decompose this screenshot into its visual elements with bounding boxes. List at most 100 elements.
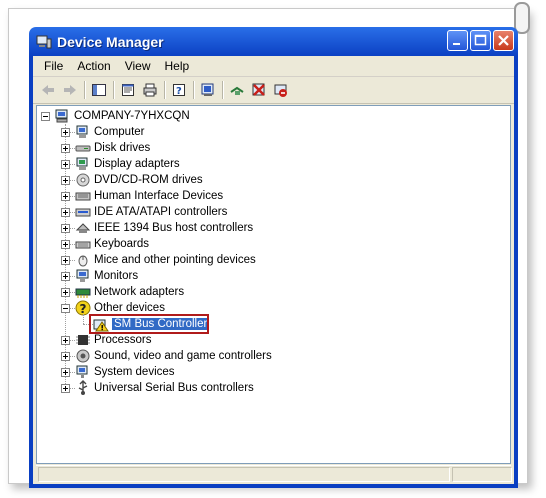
- toolbar-separator: [193, 81, 194, 99]
- dvd-drive-icon: [76, 173, 90, 187]
- show-hide-tree-button[interactable]: [88, 80, 110, 100]
- tree-category-item[interactable]: Disk drives: [75, 140, 150, 156]
- toolbar-separator: [84, 81, 85, 99]
- maximize-button[interactable]: [470, 30, 491, 51]
- tree-category-label: DVD/CD-ROM drives: [94, 174, 203, 186]
- show-hide-console-tree-icon: [92, 84, 106, 96]
- update-driver-button[interactable]: [226, 80, 248, 100]
- menu-help[interactable]: Help: [158, 59, 197, 73]
- usb-icon: [78, 380, 88, 395]
- tree-connector: [83, 314, 85, 324]
- tree-category-label: Mice and other pointing devices: [94, 254, 256, 266]
- ide-controller-icon: [75, 208, 91, 217]
- tree-category-label: Monitors: [94, 270, 139, 282]
- menu-action[interactable]: Action: [70, 59, 117, 73]
- category-expand-toggle[interactable]: [61, 192, 70, 201]
- minimize-button[interactable]: [447, 30, 468, 51]
- forward-button[interactable]: [59, 80, 81, 100]
- toolbar-separator: [113, 81, 114, 99]
- forward-arrow-icon: [64, 85, 76, 95]
- status-bar: [36, 465, 512, 482]
- category-expand-toggle[interactable]: [61, 160, 70, 169]
- menu-file[interactable]: File: [37, 59, 70, 73]
- mouse-icon: [78, 255, 88, 267]
- display-adapter-icon: [76, 157, 88, 170]
- back-button[interactable]: [37, 80, 59, 100]
- highlight-annotation-box: [89, 314, 209, 334]
- tree-category-label: Network adapters: [94, 286, 185, 298]
- tree-category-label: IDE ATA/ATAPI controllers: [94, 206, 228, 218]
- firewire-icon: [75, 223, 91, 233]
- update-driver-icon: [230, 86, 244, 95]
- system-devices-icon: [76, 365, 88, 378]
- uninstall-icon: [252, 83, 265, 96]
- tree-category-item[interactable]: DVD/CD-ROM drives: [75, 172, 203, 188]
- tree-root-label: COMPANY-7YHXCQN: [74, 110, 190, 122]
- help-button[interactable]: ?: [168, 80, 190, 100]
- category-expand-toggle[interactable]: [61, 304, 70, 313]
- tree-category-label: Universal Serial Bus controllers: [94, 382, 254, 394]
- tree-category-item[interactable]: IDE ATA/ATAPI controllers: [75, 204, 227, 220]
- tree-category-item[interactable]: System devices: [75, 364, 175, 380]
- back-arrow-icon: [42, 85, 54, 95]
- tree-category-item[interactable]: Monitors: [75, 268, 138, 284]
- tree-category-item[interactable]: Sound, video and game controllers: [75, 348, 272, 364]
- category-expand-toggle[interactable]: [61, 144, 70, 153]
- tree-root-item[interactable]: COMPANY-7YHXCQN: [55, 108, 190, 124]
- category-expand-toggle[interactable]: [61, 176, 70, 185]
- device-tree-pane[interactable]: COMPANY-7YHXCQN Computer Disk drives Displa…: [36, 105, 511, 464]
- scan-hardware-icon: [201, 83, 214, 96]
- scan-hardware-button[interactable]: [197, 80, 219, 100]
- minimize-icon: [453, 43, 460, 45]
- disable-device-button[interactable]: [270, 80, 292, 100]
- tree-category-label: Disk drives: [94, 142, 151, 154]
- tree-category-label: System devices: [94, 366, 175, 378]
- category-expand-toggle[interactable]: [61, 272, 70, 281]
- category-expand-toggle[interactable]: [61, 384, 70, 393]
- properties-button[interactable]: [117, 80, 139, 100]
- maximize-icon: [474, 34, 487, 46]
- sound-icon: [76, 349, 90, 363]
- close-icon: [498, 35, 509, 46]
- properties-icon: [122, 84, 134, 96]
- tree-category-label: Sound, video and game controllers: [94, 350, 272, 362]
- print-icon: [143, 83, 157, 97]
- keyboard-icon: [75, 241, 91, 249]
- tree-category-item[interactable]: Keyboards: [75, 236, 149, 252]
- toolbar: ?: [33, 77, 514, 104]
- category-expand-toggle[interactable]: [61, 128, 70, 137]
- tree-category-label: Other devices: [94, 302, 165, 314]
- tree-category-label: Processors: [94, 334, 152, 346]
- category-expand-toggle[interactable]: [61, 224, 70, 233]
- tree-category-item[interactable]: Human Interface Devices: [75, 188, 223, 204]
- root-collapse-toggle[interactable]: [41, 112, 50, 121]
- category-expand-toggle[interactable]: [61, 352, 70, 361]
- category-expand-toggle[interactable]: [61, 208, 70, 217]
- tree-category-item[interactable]: Universal Serial Bus controllers: [75, 380, 254, 396]
- tree-category-item[interactable]: Computer: [75, 124, 145, 140]
- device-manager-window: Device Manager File Action View Help ? C…: [29, 27, 518, 488]
- device-manager-title-icon: [36, 35, 52, 48]
- processor-icon: [76, 335, 90, 345]
- title-bar[interactable]: Device Manager: [33, 27, 514, 56]
- close-button[interactable]: [493, 30, 514, 51]
- category-expand-toggle[interactable]: [61, 240, 70, 249]
- category-expand-toggle[interactable]: [61, 288, 70, 297]
- window-title: Device Manager: [57, 33, 164, 50]
- tree-category-item[interactable]: Network adapters: [75, 284, 184, 300]
- computer-icon: [76, 125, 88, 138]
- category-expand-toggle[interactable]: [61, 256, 70, 265]
- category-expand-toggle[interactable]: [61, 336, 70, 345]
- tree-category-item[interactable]: Display adapters: [75, 156, 180, 172]
- disk-drive-icon: [75, 145, 91, 152]
- print-button[interactable]: [139, 80, 161, 100]
- tree-category-item[interactable]: Processors: [75, 332, 152, 348]
- tree-category-item[interactable]: IEEE 1394 Bus host controllers: [75, 220, 253, 236]
- tree-category-item[interactable]: Mice and other pointing devices: [75, 252, 256, 268]
- uninstall-button[interactable]: [248, 80, 270, 100]
- category-expand-toggle[interactable]: [61, 368, 70, 377]
- menu-view[interactable]: View: [118, 59, 158, 73]
- tree-category-label: Keyboards: [94, 238, 149, 250]
- menu-bar: File Action View Help: [33, 56, 514, 77]
- tree-category-label: Computer: [94, 126, 145, 138]
